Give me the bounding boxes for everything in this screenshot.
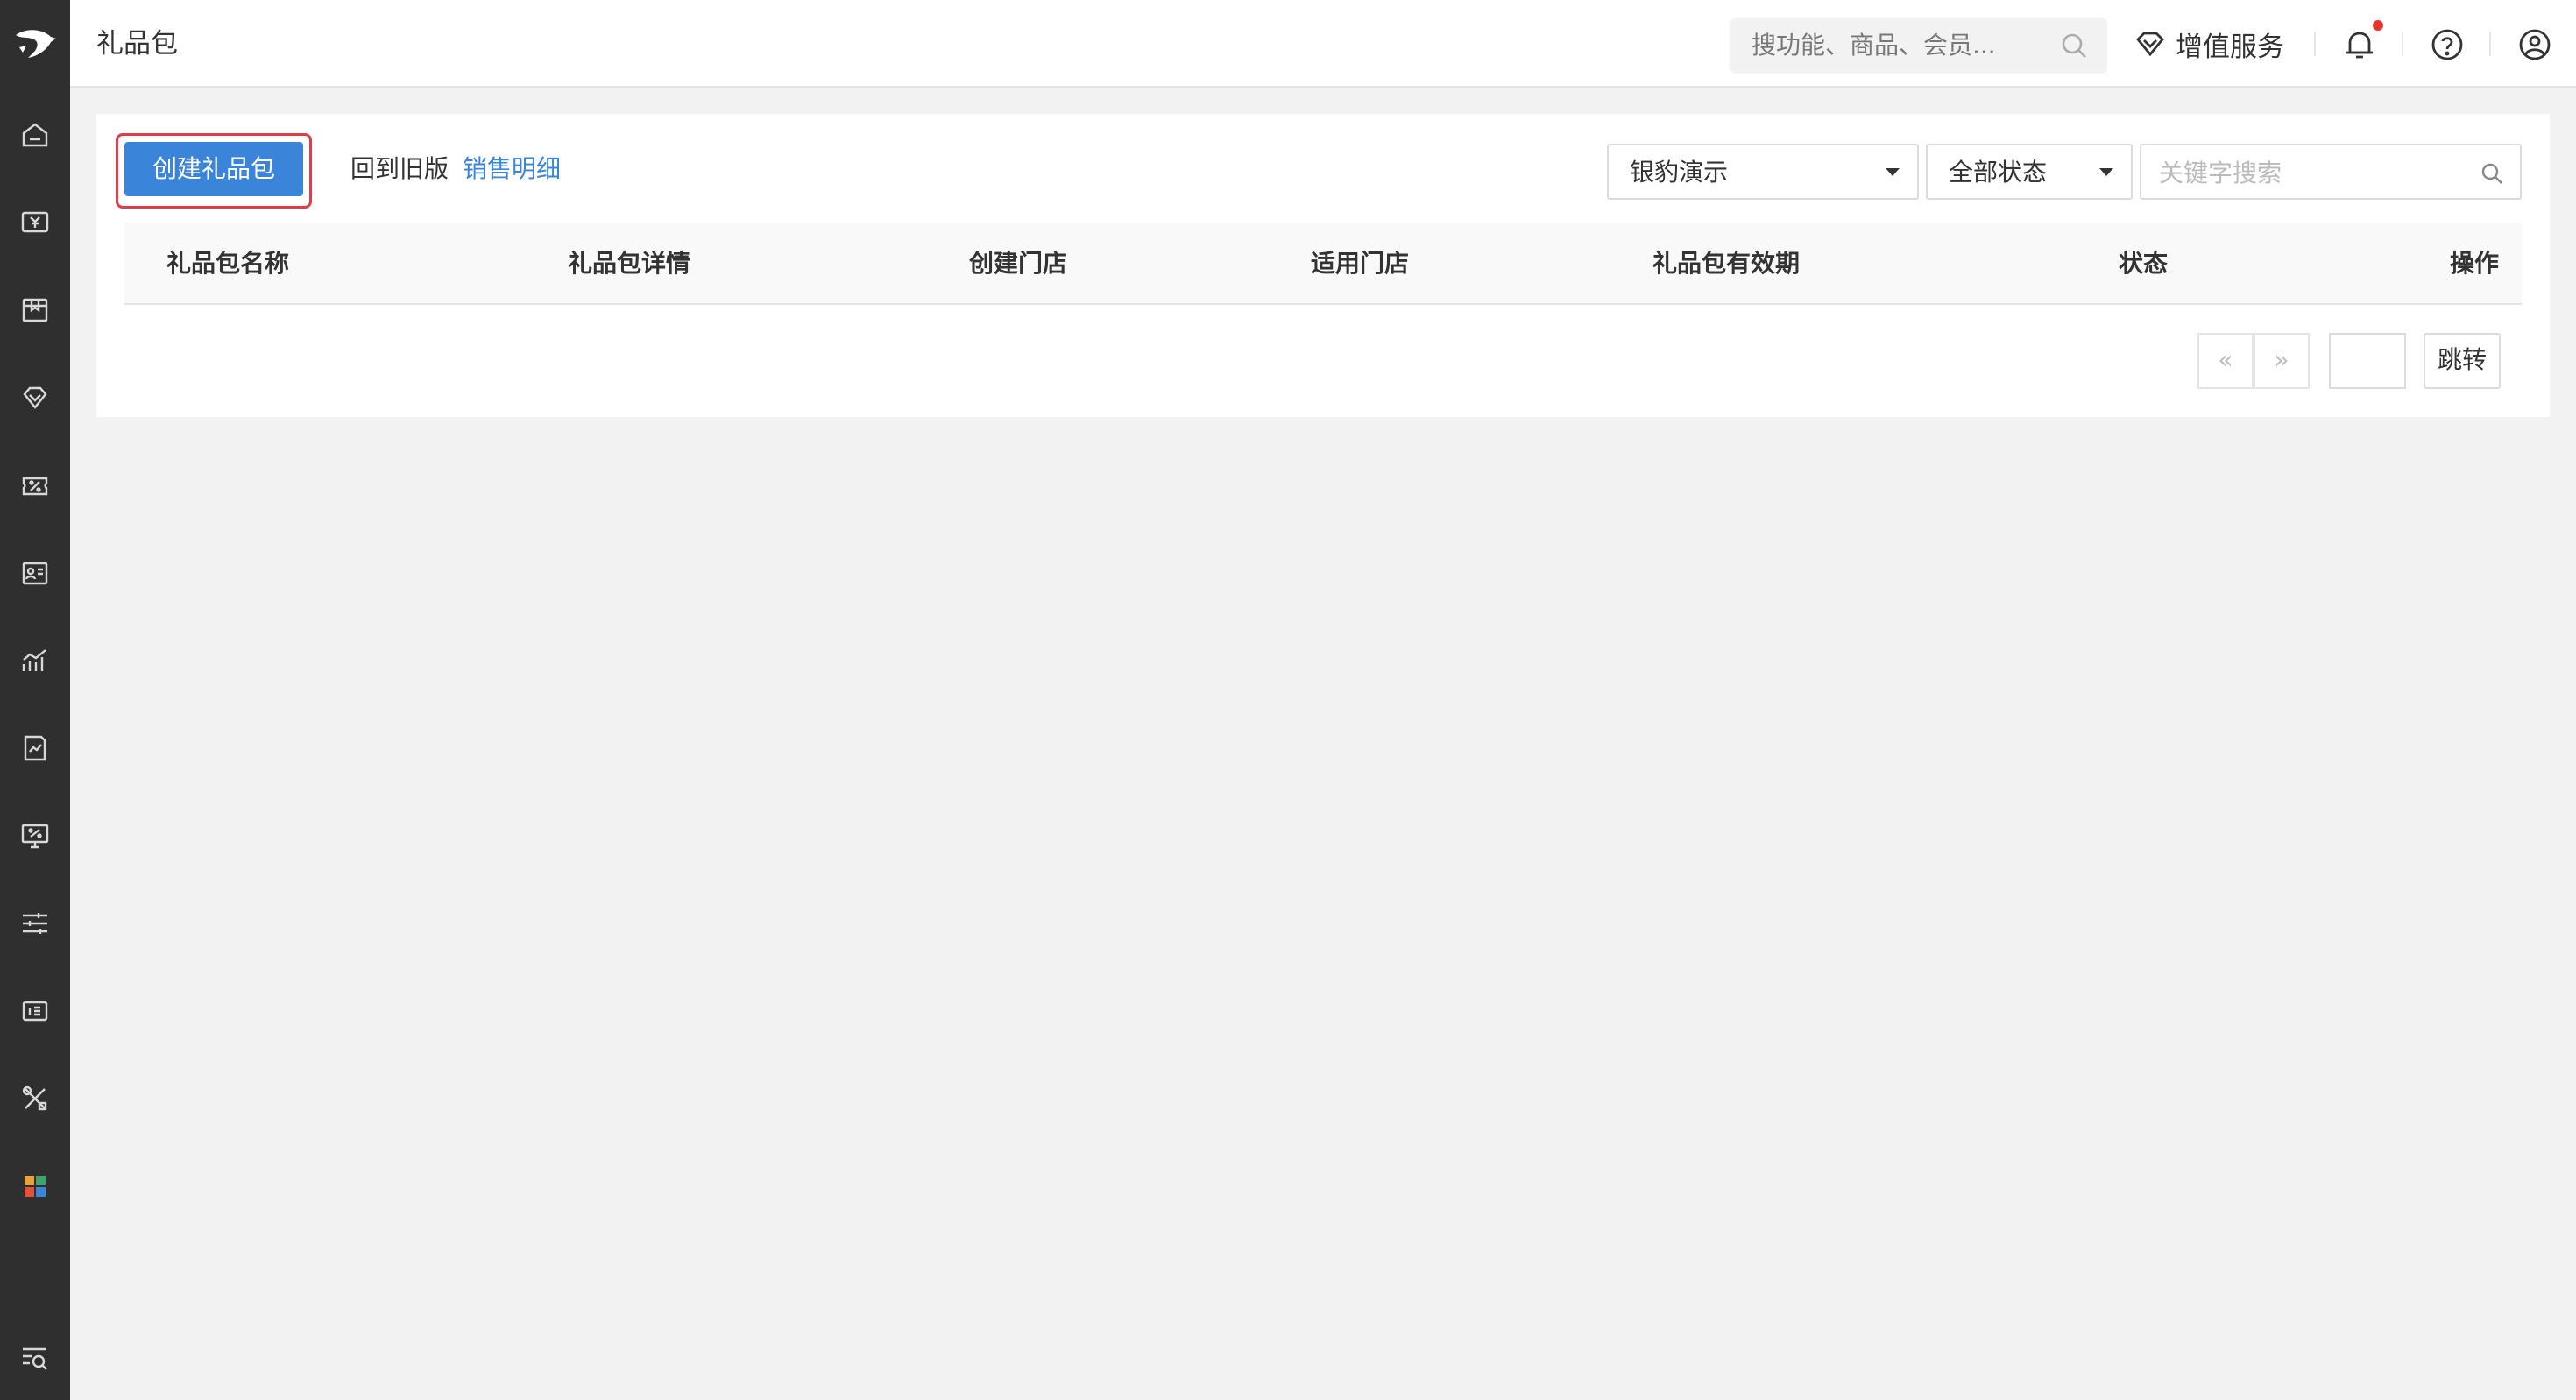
sidebar-item-finance[interactable] xyxy=(18,731,53,766)
keyword-search-field[interactable] xyxy=(2140,144,2522,200)
settings-sliders-icon xyxy=(23,913,47,934)
top-header: 礼品包 搜功能、商品、会员... 增值服务 xyxy=(70,0,2576,88)
staff-card-icon xyxy=(22,562,48,585)
value-added-services-label: 增值服务 xyxy=(2176,31,2284,63)
store-select[interactable]: 银豹演示 xyxy=(1607,144,1919,200)
help-button[interactable] xyxy=(2429,26,2466,63)
sidebar-item-member[interactable] xyxy=(18,380,53,415)
page-title: 礼品包 xyxy=(96,28,178,60)
marketing-coupon-icon xyxy=(22,477,48,496)
page-number-field[interactable] xyxy=(2329,333,2406,389)
sidebar-item-devices[interactable] xyxy=(18,993,53,1029)
finance-doc-icon xyxy=(24,735,46,761)
menu-search-icon xyxy=(23,1347,47,1370)
app-logo[interactable] xyxy=(0,0,70,88)
column-header-created-store: 创建门店 xyxy=(969,249,1068,278)
sales-detail-link[interactable]: 销售明细 xyxy=(463,154,561,184)
devices-icon xyxy=(22,1001,48,1022)
notifications-button[interactable] xyxy=(2341,26,2378,63)
bell-icon xyxy=(2346,32,2373,59)
column-header-actions: 操作 xyxy=(2450,249,2500,278)
caret-down-icon xyxy=(2099,168,2113,176)
sidebar-item-apps[interactable] xyxy=(18,1169,53,1204)
prev-page-button[interactable]: « xyxy=(2197,333,2254,389)
sidebar-item-goods[interactable] xyxy=(18,293,53,328)
header-divider xyxy=(2489,32,2491,56)
column-header-validity: 礼品包有效期 xyxy=(1652,249,1801,278)
create-gift-package-button[interactable]: 创建礼品包 xyxy=(124,142,303,196)
table-header: 礼品包名称 礼品包详情 创建门店 适用门店 礼品包有效期 状态 操作 xyxy=(124,223,2522,305)
column-header-status: 状态 xyxy=(2119,249,2169,278)
column-header-details: 礼品包详情 xyxy=(568,249,691,278)
sidebar xyxy=(0,0,70,1400)
sidebar-item-tools[interactable] xyxy=(18,1081,53,1116)
sidebar-item-staff[interactable] xyxy=(18,555,53,590)
caret-down-icon xyxy=(1886,168,1900,176)
header-divider xyxy=(2402,32,2403,56)
sidebar-item-report[interactable] xyxy=(18,643,53,678)
sidebar-item-settings[interactable] xyxy=(18,906,53,941)
online-store-icon xyxy=(21,824,49,849)
sidebar-menu-search[interactable] xyxy=(18,1340,53,1375)
apps-grid-icon xyxy=(25,1176,46,1197)
member-diamond-icon xyxy=(23,386,47,409)
status-select-value: 全部状态 xyxy=(1949,158,2048,187)
page-number-input[interactable] xyxy=(2331,335,2404,387)
home-icon xyxy=(22,123,48,147)
notification-badge xyxy=(2373,20,2383,31)
global-search-placeholder: 搜功能、商品、会员... xyxy=(1752,31,1996,60)
search-icon xyxy=(2062,33,2086,58)
store-select-value: 银豹演示 xyxy=(1630,158,1729,187)
search-icon xyxy=(2481,163,2502,184)
keyword-search-input[interactable] xyxy=(2159,156,2474,189)
next-page-button[interactable]: » xyxy=(2254,333,2310,389)
sidebar-item-cashier[interactable] xyxy=(18,205,53,240)
column-header-applicable-store: 适用门店 xyxy=(1311,249,1410,278)
user-avatar-icon xyxy=(2519,29,2551,60)
goods-box-icon xyxy=(22,298,48,322)
back-to-old-version-link[interactable]: 回到旧版 xyxy=(350,154,449,184)
header-divider xyxy=(2314,32,2316,56)
value-added-services-button[interactable]: 增值服务 xyxy=(2134,25,2284,63)
jump-button[interactable]: 跳转 xyxy=(2424,333,2501,389)
user-account-button[interactable] xyxy=(2516,26,2553,63)
sidebar-item-online-store[interactable] xyxy=(18,818,53,853)
cashier-icon xyxy=(21,211,49,233)
gift-package-panel: 创建礼品包 回到旧版 销售明细 银豹演示 全部状态 礼品包名称 礼品包详情 创建… xyxy=(96,114,2550,417)
status-select[interactable]: 全部状态 xyxy=(1926,144,2133,200)
tools-icon xyxy=(22,1085,47,1111)
help-icon xyxy=(2431,29,2463,60)
diamond-icon xyxy=(2136,32,2164,57)
column-header-name: 礼品包名称 xyxy=(166,249,290,278)
sidebar-item-marketing[interactable] xyxy=(18,468,53,503)
logo-icon xyxy=(16,30,56,58)
report-chart-icon xyxy=(22,649,46,671)
sidebar-item-home[interactable] xyxy=(18,117,53,152)
global-search-input[interactable]: 搜功能、商品、会员... xyxy=(1730,18,2107,74)
